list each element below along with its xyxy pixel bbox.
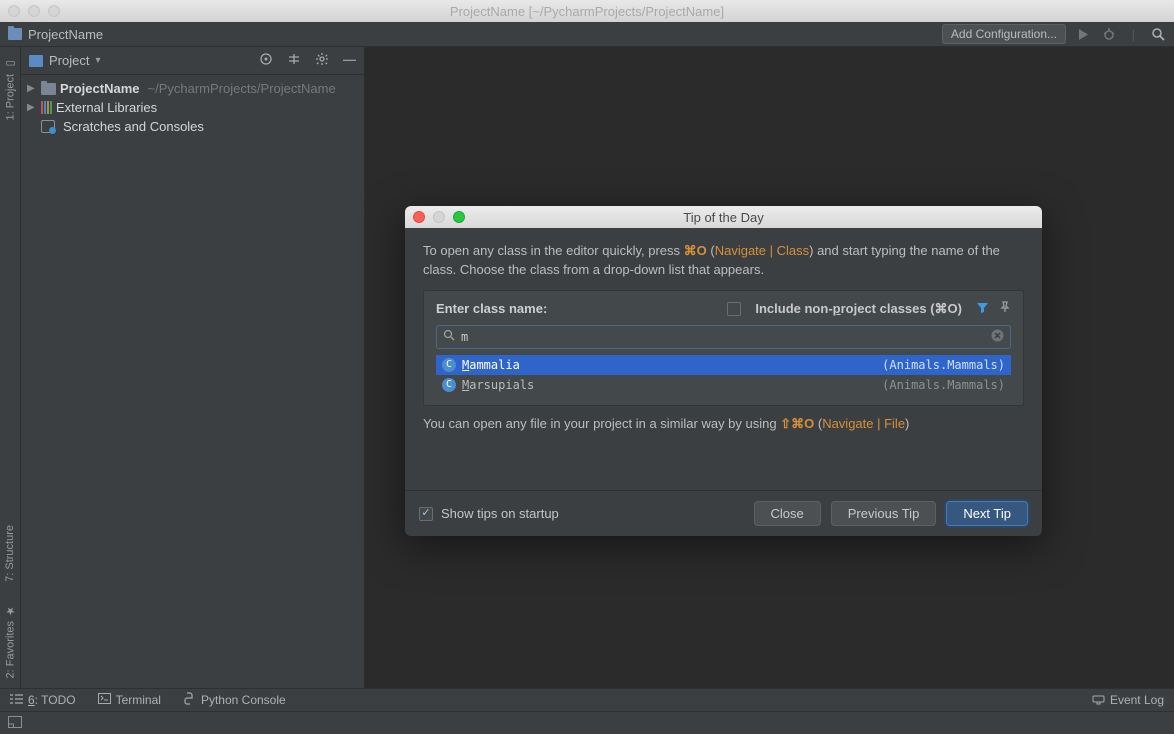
- tree-item-label: Scratches and Consoles: [63, 119, 204, 134]
- search-icon: [443, 329, 455, 344]
- show-tips-label: Show tips on startup: [441, 506, 559, 521]
- include-nonproject-checkbox[interactable]: [727, 302, 741, 316]
- window-title: ProjectName [~/PycharmProjects/ProjectNa…: [0, 4, 1174, 19]
- terminal-icon: [98, 693, 111, 707]
- todo-icon: [10, 693, 23, 707]
- add-configuration-button[interactable]: Add Configuration...: [942, 24, 1066, 44]
- search-everywhere-icon[interactable]: [1151, 27, 1166, 42]
- libraries-icon: [41, 101, 52, 114]
- keyboard-shortcut: ⇧⌘O: [780, 416, 814, 431]
- collapse-all-icon[interactable]: [287, 52, 301, 69]
- gear-icon[interactable]: [315, 52, 329, 69]
- chevron-down-icon[interactable]: ▾: [95, 55, 100, 66]
- python-icon: [183, 692, 196, 708]
- show-tips-checkbox[interactable]: [419, 507, 433, 521]
- gutter-tab-favorites[interactable]: 2: Favorites ★: [4, 598, 17, 684]
- tree-root-project[interactable]: ▶ ProjectName ~/PycharmProjects/ProjectN…: [21, 79, 364, 98]
- tool-window-toggle-icon[interactable]: [8, 716, 22, 731]
- bottom-tool-bar: 6: TODO Terminal Python Console Event Lo…: [0, 688, 1174, 711]
- tree-scratches[interactable]: Scratches and Consoles: [21, 117, 364, 136]
- result-package: (Animals.Mammals): [882, 358, 1005, 372]
- scratches-icon: [41, 120, 55, 133]
- pin-icon[interactable]: [999, 301, 1011, 316]
- filter-icon[interactable]: [976, 301, 989, 317]
- bottom-tool-terminal[interactable]: Terminal: [98, 693, 161, 707]
- traffic-lights: [8, 5, 60, 17]
- navigate-class-link[interactable]: Navigate | Class: [715, 243, 809, 258]
- hide-icon[interactable]: —: [343, 52, 356, 69]
- result-class-name: Mammalia: [462, 358, 520, 372]
- project-tool-title: Project: [49, 53, 89, 68]
- minimize-window-icon[interactable]: [28, 5, 40, 17]
- previous-tip-button[interactable]: Previous Tip: [831, 501, 937, 526]
- enter-class-name-label: Enter class name:: [436, 301, 547, 316]
- status-bar: [0, 711, 1174, 734]
- tree-root-path: ~/PycharmProjects/ProjectName: [147, 81, 335, 96]
- dialog-title-bar[interactable]: Tip of the Day: [405, 206, 1042, 228]
- search-results: C Mammalia (Animals.Mammals) C Marsupials (An…: [436, 355, 1011, 395]
- project-tool-window: Project ▾ — ▶ ProjectName: [21, 47, 365, 688]
- dialog-footer: Show tips on startup Close Previous Tip …: [405, 490, 1042, 536]
- search-result-row[interactable]: C Mammalia (Animals.Mammals): [436, 355, 1011, 375]
- close-button[interactable]: Close: [754, 501, 821, 526]
- divider: |: [1126, 27, 1141, 42]
- folder-icon: [8, 28, 22, 40]
- bottom-tool-python-console[interactable]: Python Console: [183, 692, 286, 708]
- project-tool-header: Project ▾ —: [21, 47, 364, 75]
- left-tool-gutter: 1: Project ▭ 7: Structure 2: Favorites ★: [0, 47, 21, 688]
- include-nonproject-label: Include non-project classes (⌘O): [755, 301, 962, 317]
- class-search-input-wrapper[interactable]: [436, 325, 1011, 349]
- tree-root-name: ProjectName: [60, 81, 139, 96]
- tree-item-label: External Libraries: [56, 100, 157, 115]
- result-class-name: Marsupials: [462, 378, 534, 392]
- locate-icon[interactable]: [259, 52, 273, 69]
- expand-arrow-icon[interactable]: ▶: [27, 102, 37, 113]
- zoom-window-icon[interactable]: [48, 5, 60, 17]
- debug-icon[interactable]: [1101, 27, 1116, 42]
- keyboard-shortcut: ⌘O: [684, 243, 707, 258]
- bottom-tool-event-log[interactable]: Event Log: [1092, 693, 1164, 708]
- next-tip-button[interactable]: Next Tip: [946, 501, 1028, 526]
- show-tips-checkbox-wrapper[interactable]: Show tips on startup: [419, 506, 559, 521]
- folder-icon: [41, 83, 56, 95]
- search-result-row[interactable]: C Marsupials (Animals.Mammals): [436, 375, 1011, 395]
- class-badge-icon: C: [442, 358, 456, 372]
- star-icon: ★: [4, 604, 17, 617]
- navigate-file-link[interactable]: Navigate | File: [822, 416, 905, 431]
- project-tree[interactable]: ▶ ProjectName ~/PycharmProjects/ProjectN…: [21, 75, 364, 140]
- bottom-tool-todo[interactable]: 6: TODO: [10, 693, 76, 707]
- macos-title-bar: ProjectName [~/PycharmProjects/ProjectNa…: [0, 0, 1174, 22]
- class-badge-icon: C: [442, 378, 456, 392]
- tip-paragraph-2: You can open any file in your project in…: [423, 416, 1024, 432]
- tip-of-the-day-dialog: Tip of the Day To open any class in the …: [405, 206, 1042, 536]
- close-window-icon[interactable]: [8, 5, 20, 17]
- navigation-bar: ProjectName Add Configuration... |: [0, 22, 1174, 47]
- event-log-icon: [1092, 693, 1105, 708]
- gutter-tab-project[interactable]: 1: Project ▭: [4, 51, 17, 126]
- dialog-title: Tip of the Day: [405, 210, 1042, 225]
- project-icon: [29, 55, 43, 67]
- search-panel-illustration: Enter class name: Include non-project cl…: [423, 290, 1024, 406]
- expand-arrow-icon[interactable]: ▶: [27, 83, 37, 94]
- tip-paragraph-1: To open any class in the editor quickly,…: [423, 242, 1024, 280]
- folder-icon: ▭: [4, 57, 17, 70]
- gutter-tab-structure[interactable]: 7: Structure: [4, 519, 16, 588]
- tree-external-libraries[interactable]: ▶ External Libraries: [21, 98, 364, 117]
- result-package: (Animals.Mammals): [882, 378, 1005, 392]
- dialog-body: To open any class in the editor quickly,…: [405, 228, 1042, 490]
- breadcrumb[interactable]: ProjectName: [28, 27, 103, 42]
- clear-icon[interactable]: [991, 329, 1004, 345]
- class-search-input[interactable]: [461, 330, 985, 344]
- run-icon[interactable]: [1076, 27, 1091, 42]
